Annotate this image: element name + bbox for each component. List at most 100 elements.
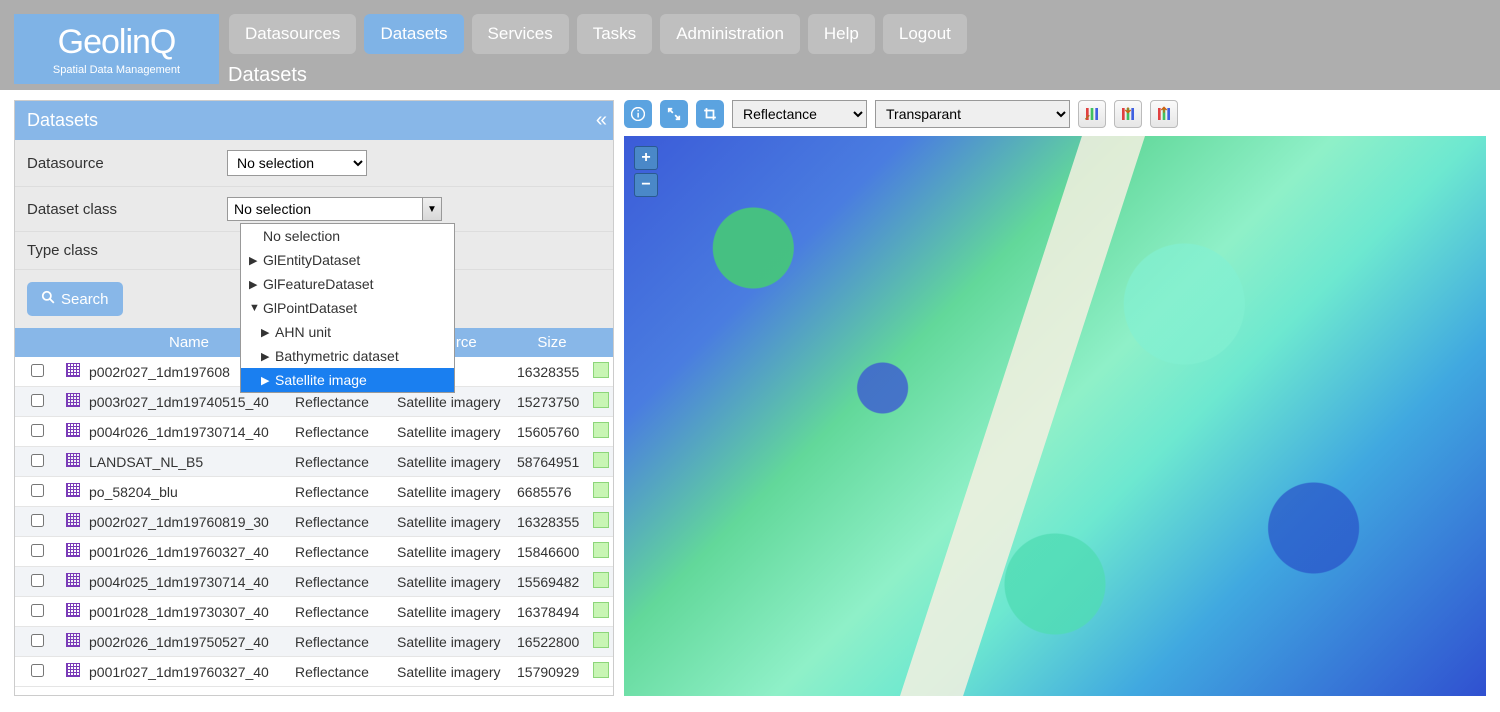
datasource-row: Datasource No selection (15, 140, 613, 187)
dataset-icon (66, 663, 80, 677)
status-badge (593, 632, 609, 648)
status-badge (593, 542, 609, 558)
row-name: po_58204_blu (87, 478, 291, 506)
datasource-select[interactable]: No selection (227, 150, 367, 176)
row-size: 16378494 (513, 598, 591, 626)
row-source: Satellite imagery (393, 598, 513, 626)
dropdown-item[interactable]: ▶GlFeatureDataset (241, 272, 454, 296)
row-name: p004r026_1dm19730714_40 (87, 418, 291, 446)
table-row[interactable]: p002r026_1dm19750527_40ReflectanceSatell… (15, 627, 613, 657)
dropdown-item[interactable]: ▶GlEntityDataset (241, 248, 454, 272)
dataset-class-input[interactable] (227, 197, 422, 221)
search-button[interactable]: Search (27, 282, 123, 316)
dataset-class-combo[interactable]: ▼ (227, 197, 442, 221)
row-type: Reflectance (291, 568, 393, 596)
nav-tasks[interactable]: Tasks (577, 14, 652, 54)
row-name: p002r026_1dm19750527_40 (87, 628, 291, 656)
nav-administration[interactable]: Administration (660, 14, 800, 54)
row-checkbox[interactable] (31, 424, 44, 437)
panel-header: Datasets « (15, 101, 613, 140)
dropdown-item-label: GlPointDataset (263, 300, 357, 316)
zoom-out-button[interactable]: − (634, 173, 658, 197)
dataset-icon (66, 573, 80, 587)
caret-icon: ▶ (249, 254, 259, 267)
row-checkbox[interactable] (31, 394, 44, 407)
dataset-class-dropdown-button[interactable]: ▼ (422, 197, 442, 221)
info-button[interactable] (624, 100, 652, 128)
row-size: 15790929 (513, 658, 591, 686)
caret-icon: ▶ (261, 350, 271, 363)
row-size: 15569482 (513, 568, 591, 596)
style-export-button[interactable] (1150, 100, 1178, 128)
row-size: 16522800 (513, 628, 591, 656)
col-size-header[interactable]: Size (513, 328, 591, 357)
row-checkbox[interactable] (31, 634, 44, 647)
row-name: p001r028_1dm19730307_40 (87, 598, 291, 626)
page-title: Datasets (228, 64, 307, 87)
row-checkbox[interactable] (31, 364, 44, 377)
table-row[interactable]: LANDSAT_NL_B5ReflectanceSatellite imager… (15, 447, 613, 477)
row-name: LANDSAT_NL_B5 (87, 448, 291, 476)
table-row[interactable]: p004r026_1dm19730714_40ReflectanceSatell… (15, 417, 613, 447)
layer-type-select[interactable]: Reflectance (732, 100, 867, 128)
dataset-class-dropdown: No selection▶GlEntityDataset▶GlFeatureDa… (240, 223, 455, 393)
expand-button[interactable] (660, 100, 688, 128)
app-logo[interactable]: GeolinQ Spatial Data Management (14, 14, 219, 84)
table-row[interactable]: p001r027_1dm19760327_40ReflectanceSatell… (15, 657, 613, 687)
status-badge (593, 602, 609, 618)
collapse-icon[interactable]: « (596, 109, 601, 132)
row-checkbox[interactable] (31, 604, 44, 617)
row-size: 6685576 (513, 478, 591, 506)
table-row[interactable]: p002r027_1dm19760819_30ReflectanceSatell… (15, 507, 613, 537)
row-type: Reflectance (291, 658, 393, 686)
dropdown-item[interactable]: ▶ Satellite image (241, 368, 454, 392)
row-checkbox[interactable] (31, 454, 44, 467)
row-checkbox[interactable] (31, 544, 44, 557)
map-overlay-stripe (879, 136, 1152, 696)
map-canvas[interactable]: + − (624, 136, 1486, 696)
nav-services[interactable]: Services (472, 14, 569, 54)
status-badge (593, 422, 609, 438)
dropdown-item[interactable]: ▶AHN unit (241, 320, 454, 344)
row-checkbox[interactable] (31, 664, 44, 677)
row-checkbox[interactable] (31, 484, 44, 497)
dataset-class-row: Dataset class ▼ No selection▶GlEntityDat… (15, 187, 613, 232)
style-import-button[interactable] (1114, 100, 1142, 128)
search-button-label: Search (61, 291, 109, 308)
status-badge (593, 662, 609, 678)
dropdown-item-label: Satellite image (275, 372, 367, 388)
nav-datasources[interactable]: Datasources (229, 14, 356, 54)
table-row[interactable]: p004r025_1dm19730714_40ReflectanceSatell… (15, 567, 613, 597)
map-zoom-controls: + − (634, 146, 658, 200)
status-badge (593, 512, 609, 528)
dropdown-item[interactable]: ▼ GlPointDataset (241, 296, 454, 320)
row-source: Satellite imagery (393, 448, 513, 476)
row-size: 16328355 (513, 508, 591, 536)
datasource-label: Datasource (27, 155, 227, 172)
row-checkbox[interactable] (31, 574, 44, 587)
dataset-icon (66, 513, 80, 527)
transparency-select[interactable]: Transparant (875, 100, 1070, 128)
nav-datasets[interactable]: Datasets (364, 14, 463, 54)
map-toolbar: Reflectance Transparant (624, 100, 1486, 128)
crop-button[interactable] (696, 100, 724, 128)
row-checkbox[interactable] (31, 514, 44, 527)
dropdown-item[interactable]: ▶Bathymetric dataset (241, 344, 454, 368)
row-type: Reflectance (291, 628, 393, 656)
dropdown-item-label: GlFeatureDataset (263, 276, 374, 292)
status-badge (593, 452, 609, 468)
caret-icon: ▶ (261, 374, 271, 387)
table-row[interactable]: p001r026_1dm19760327_40ReflectanceSatell… (15, 537, 613, 567)
datasets-panel: Datasets « Datasource No selection Datas… (14, 100, 614, 696)
dataset-icon (66, 453, 80, 467)
row-source: Satellite imagery (393, 658, 513, 686)
table-row[interactable]: p001r028_1dm19730307_40ReflectanceSatell… (15, 597, 613, 627)
dropdown-item[interactable]: No selection (241, 224, 454, 248)
row-source: Satellite imagery (393, 538, 513, 566)
table-row[interactable]: po_58204_bluReflectanceSatellite imagery… (15, 477, 613, 507)
zoom-in-button[interactable]: + (634, 146, 658, 170)
nav-help[interactable]: Help (808, 14, 875, 54)
nav-logout[interactable]: Logout (883, 14, 967, 54)
caret-icon: ▼ (249, 302, 259, 314)
style-edit-button[interactable] (1078, 100, 1106, 128)
